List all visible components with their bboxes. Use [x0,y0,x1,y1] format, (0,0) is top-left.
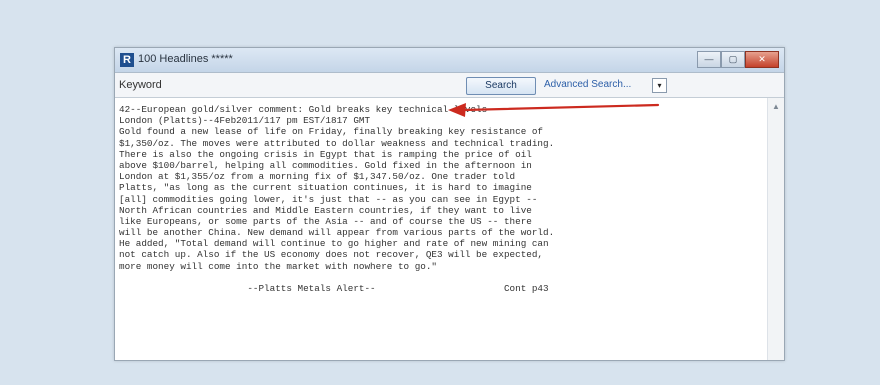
article-line: London at $1,355/oz from a morning fix o… [119,171,516,183]
article-line: There is also the ongoing crisis in Egyp… [119,148,532,160]
article-line: Gold found a new lease of life on Friday… [119,126,544,138]
title-bar[interactable]: R 100 Headlines ***** — ▢ ✕ [115,48,784,73]
article-line: like Europeans, or some parts of the Asi… [119,215,532,227]
article-text-area[interactable]: 42--European gold/silver comment: Gold b… [115,98,767,360]
search-toolbar: Keyword Search Advanced Search... ▾ [115,73,784,98]
article-line: Platts, "as long as the current situatio… [119,182,532,194]
options-dropdown[interactable]: ▾ [652,78,667,93]
arrow-shaft [462,103,660,112]
maximize-button[interactable]: ▢ [721,51,745,68]
article-headline: 42--European gold/silver comment: Gold b… [119,104,488,115]
window-controls: — ▢ ✕ [697,51,779,68]
advanced-search-link[interactable]: Advanced Search... [544,79,631,90]
article-line: North African countries and Middle Easte… [119,204,532,216]
window-title: 100 Headlines ***** [138,53,233,65]
search-button[interactable]: Search [466,77,536,95]
close-button[interactable]: ✕ [745,51,779,68]
article-line: will be another China. New demand will a… [119,227,555,239]
article-line: more money will come into the market wit… [119,260,438,272]
arrow-head [448,103,466,117]
vertical-scrollbar[interactable]: ▲ [767,98,784,360]
article-line: He added, "Total demand will continue to… [119,238,549,250]
article-line: $1,350/oz. The moves were attributed to … [119,137,555,149]
keyword-label: Keyword [119,79,162,91]
article-line: [all] commodities going lower, it's just… [119,193,538,205]
article-line: above $100/barrel, helping all commoditi… [119,159,532,171]
app-logo-icon: R [120,53,134,67]
scroll-up-icon[interactable]: ▲ [772,102,780,111]
article-line: not catch up. Also if the US economy doe… [119,249,544,261]
minimize-button[interactable]: — [697,51,721,68]
annotation-arrow-icon [448,103,660,117]
headlines-window: R 100 Headlines ***** — ▢ ✕ Keyword Sear… [114,47,785,361]
article-dateline: London (Platts)--4Feb2011/117 pm EST/181… [119,115,371,127]
article-footer: --Platts Metals Alert-- Cont p43 [119,283,549,294]
